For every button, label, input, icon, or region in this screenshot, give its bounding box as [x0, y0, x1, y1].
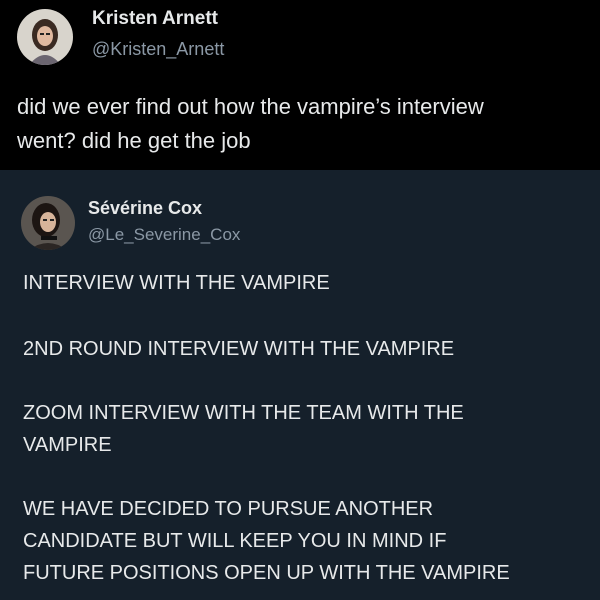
paragraph-line: CANDIDATE BUT WILL KEEP YOU IN MIND IF	[23, 530, 447, 552]
quoted-tweet: Sévérine Cox @Le_Severine_Cox INTERVIEW …	[0, 170, 600, 600]
top-tweet: Kristen Arnett @Kristen_Arnett did we ev…	[0, 0, 600, 170]
author-name[interactable]: Kristen Arnett	[92, 8, 218, 30]
author-handle[interactable]: @Kristen_Arnett	[92, 39, 224, 60]
paragraph-line: ZOOM INTERVIEW WITH THE TEAM WITH THE	[23, 402, 464, 424]
paragraph-line: VAMPIRE	[23, 434, 112, 456]
tweet-text-line: went? did he get the job	[17, 128, 251, 153]
paragraph-line: WE HAVE DECIDED TO PURSUE ANOTHER	[23, 498, 434, 520]
avatar[interactable]	[21, 196, 75, 250]
tweet-text-line: did we ever find out how the vampire’s i…	[17, 94, 484, 119]
paragraph-line: 2ND ROUND INTERVIEW WITH THE VAMPIRE	[23, 338, 455, 360]
author-name[interactable]: Sévérine Cox	[88, 198, 202, 219]
avatar[interactable]	[17, 9, 73, 65]
paragraph-line: FUTURE POSITIONS OPEN UP WITH THE VAMPIR…	[23, 562, 510, 584]
paragraph-line: INTERVIEW WITH THE VAMPIRE	[23, 272, 330, 294]
author-handle[interactable]: @Le_Severine_Cox	[88, 225, 240, 245]
